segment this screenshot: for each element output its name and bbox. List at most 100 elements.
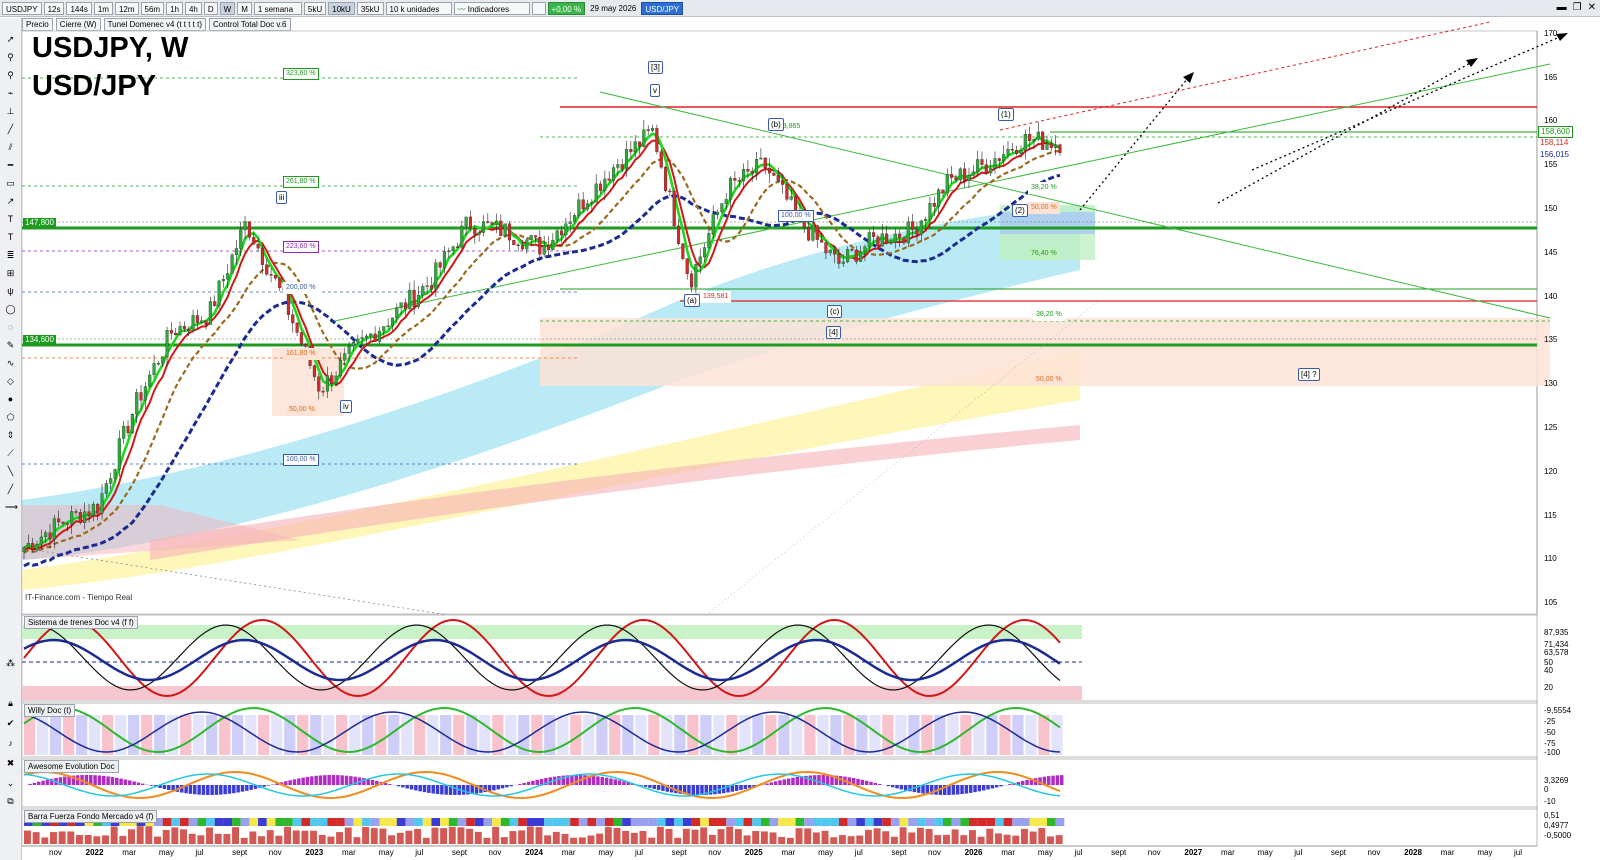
- wave-label[interactable]: (a): [684, 294, 700, 307]
- force-bar: [180, 829, 187, 844]
- candle-body: [716, 211, 720, 215]
- candle-body: [460, 225, 464, 248]
- awesome-bar: [414, 785, 418, 791]
- arrowhead-3: [1556, 33, 1568, 41]
- wave-label[interactable]: iii: [276, 191, 288, 204]
- panel-3-title[interactable]: Awesome Evolution Doc: [24, 760, 119, 773]
- wave-label[interactable]: (2): [1012, 204, 1028, 217]
- force-bar-top: [734, 818, 744, 826]
- force-bar-top: [856, 818, 865, 826]
- force-bar-top: [275, 818, 285, 826]
- candle-body: [703, 247, 707, 258]
- force-bar-top: [994, 818, 1004, 826]
- candle-body: [260, 247, 264, 265]
- x-tick: may: [818, 848, 834, 857]
- force-bar: [93, 836, 101, 844]
- candle-body: [976, 159, 980, 172]
- candle-body: [616, 164, 620, 168]
- force-bar-top: [786, 818, 796, 826]
- candle-body: [893, 233, 897, 243]
- willy-bar: [557, 715, 569, 755]
- force-bar-top: [431, 818, 441, 826]
- wave-label[interactable]: v: [650, 84, 660, 97]
- awesome-bar: [210, 785, 214, 795]
- candle-body: [694, 263, 698, 288]
- p4-tick: -0,5000: [1544, 831, 1572, 840]
- wave-label[interactable]: [3]: [648, 61, 663, 74]
- candle-body: [967, 175, 971, 181]
- force-bar: [492, 826, 500, 844]
- awesome-bar: [977, 785, 982, 792]
- force-bar-top: [717, 818, 727, 826]
- awesome-bar: [773, 781, 778, 785]
- candle-body: [74, 511, 78, 513]
- x-tick: may: [1477, 848, 1493, 857]
- force-bar: [916, 827, 924, 844]
- panel-2-title[interactable]: Willy Doc (t): [24, 704, 76, 717]
- force-bar-top: [206, 818, 215, 826]
- awesome-bar: [440, 785, 444, 795]
- candle-body: [1002, 154, 1006, 161]
- candle-body: [989, 168, 993, 174]
- awesome-bar: [492, 785, 496, 791]
- force-bar-top: [318, 818, 328, 826]
- force-bar: [509, 831, 517, 844]
- candle-body: [178, 326, 182, 336]
- candle-body: [152, 363, 156, 376]
- candle-body: [928, 203, 932, 220]
- force-bar: [526, 826, 534, 844]
- force-bar: [370, 828, 378, 844]
- p1-tick: 63,578: [1544, 648, 1569, 657]
- candle-body: [577, 199, 581, 216]
- wave-label[interactable]: iv: [340, 400, 352, 413]
- candle-body: [143, 386, 147, 401]
- force-bar: [570, 837, 578, 844]
- candle-body: [78, 512, 82, 523]
- candle-body: [221, 279, 225, 282]
- panel-4-title[interactable]: Barra Fuerza Fondo Mercado v4 (f): [24, 810, 158, 823]
- wave-label[interactable]: (1): [998, 108, 1014, 121]
- force-bar: [674, 837, 682, 844]
- awesome-bar: [1020, 780, 1025, 785]
- trendline-red-dashed: [999, 21, 1491, 131]
- awesome-bar: [921, 785, 925, 794]
- candle-body: [447, 250, 451, 253]
- awesome-bar: [123, 779, 128, 785]
- force-bar-top: [812, 818, 822, 826]
- wave-label[interactable]: (b): [768, 118, 784, 131]
- force-bar-top: [838, 818, 848, 826]
- candle-body: [958, 168, 962, 181]
- awesome-bar: [314, 775, 318, 785]
- wave-label[interactable]: [4] ?: [1298, 368, 1320, 381]
- candle-body: [885, 233, 889, 244]
- willy-bar: [1012, 715, 1024, 755]
- candle-body: [663, 167, 668, 192]
- panel-1-title[interactable]: Sistema de trenes Doc v4 (f f): [24, 616, 138, 629]
- force-bar-top: [526, 818, 536, 826]
- x-tick: mar: [342, 848, 356, 857]
- awesome-bar: [102, 775, 106, 785]
- force-bar-top: [223, 818, 233, 826]
- awesome-bar: [206, 785, 210, 795]
- left-level-lower: 134,600: [23, 335, 56, 345]
- x-tick: jul: [635, 848, 644, 857]
- awesome-bar: [518, 783, 522, 785]
- candle-body: [520, 245, 525, 250]
- candle-body: [850, 249, 854, 251]
- candle-body: [585, 203, 590, 210]
- awesome-bar: [782, 779, 787, 785]
- awesome-bar: [63, 776, 67, 785]
- candle-body: [533, 235, 538, 238]
- wave-label[interactable]: [4]: [826, 326, 841, 339]
- awesome-bar: [262, 785, 266, 787]
- candle-body: [494, 220, 499, 225]
- force-bar-top: [882, 818, 891, 826]
- candle-body: [997, 158, 1001, 161]
- candle-body: [811, 225, 815, 241]
- candle-body: [737, 180, 741, 182]
- candle-body: [759, 157, 763, 160]
- candle-body: [993, 158, 997, 169]
- candle-body: [542, 245, 546, 255]
- willy-bar: [427, 715, 439, 755]
- wave-label[interactable]: (c): [827, 305, 843, 318]
